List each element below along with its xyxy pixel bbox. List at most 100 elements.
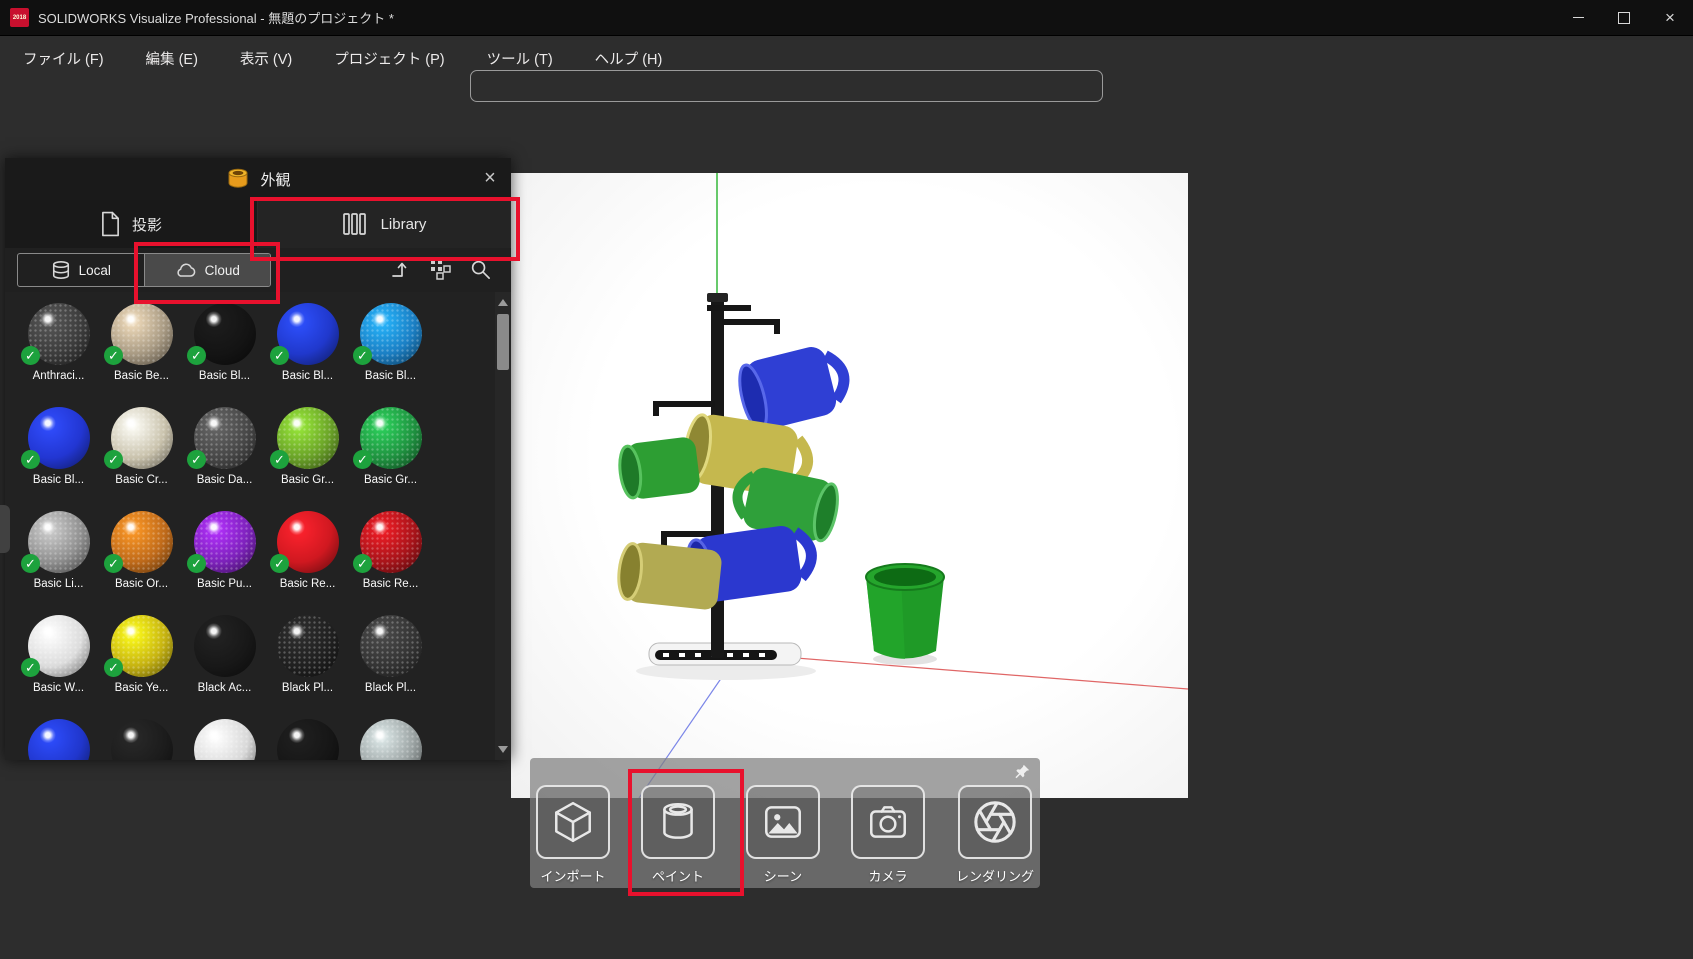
search-icon[interactable] [467, 256, 493, 282]
panel-close-button[interactable]: × [477, 165, 503, 191]
material-item[interactable] [349, 716, 432, 760]
viewport[interactable] [511, 173, 1188, 798]
toolbar-label-camera: カメラ [868, 866, 907, 885]
material-item[interactable]: ✓Basic Bl... [17, 404, 100, 508]
camera-tile[interactable] [851, 785, 925, 859]
panel-collapse-handle[interactable] [0, 505, 10, 553]
material-item[interactable]: ✓Basic Cr... [100, 404, 183, 508]
material-sphere[interactable] [111, 719, 173, 760]
menu-view[interactable]: 表示 (V) [219, 36, 313, 80]
material-item[interactable]: ✓Basic W... [17, 612, 100, 716]
tab-projection[interactable]: 投影 [5, 200, 258, 248]
paint-tile[interactable] [641, 785, 715, 859]
paint-bucket-orange-icon [225, 167, 251, 191]
maximize-button[interactable] [1601, 0, 1647, 35]
source-cloud-label: Cloud [205, 263, 240, 278]
material-item[interactable] [17, 716, 100, 760]
import-tile[interactable] [536, 785, 610, 859]
panel-title: 外観 [260, 169, 290, 190]
toolbar-label-import: インポート [540, 866, 605, 885]
source-local-button[interactable]: Local [18, 254, 144, 286]
window-title: SOLIDWORKS Visualize Professional - 無題のプ… [38, 8, 394, 27]
downloaded-check-icon: ✓ [21, 554, 40, 573]
material-sphere[interactable] [28, 719, 90, 760]
aperture-icon [972, 799, 1018, 845]
minimize-icon [1573, 17, 1584, 18]
thumbnail-size-icon[interactable] [427, 256, 453, 282]
material-item[interactable]: ✓Basic Bl... [183, 300, 266, 404]
downloaded-check-icon: ✓ [187, 450, 206, 469]
image-icon [760, 799, 806, 845]
downloaded-check-icon: ✓ [104, 658, 123, 677]
close-icon: × [1665, 9, 1675, 26]
material-item[interactable]: ✓ Basic Da... [183, 404, 266, 508]
material-label: Black Ac... [198, 682, 252, 694]
action-bar: インポート ペイント シーン カメラ レンダリング [530, 758, 1040, 888]
tab-library[interactable]: Library [258, 200, 511, 248]
material-item[interactable]: ✓Basic Re... [349, 508, 432, 612]
material-item[interactable]: ✓Basic Be... [100, 300, 183, 404]
material-item[interactable]: Black Ac... [183, 612, 266, 716]
source-cloud-button[interactable]: Cloud [144, 254, 271, 286]
scroll-down-arrow-icon[interactable] [498, 746, 508, 753]
action-bar-items: インポート ペイント シーン カメラ レンダリング [530, 758, 1040, 885]
menu-project[interactable]: プロジェクト (P) [313, 36, 465, 80]
material-item[interactable]: Black Pl... [349, 612, 432, 716]
material-item[interactable] [100, 716, 183, 760]
toolbar-item-import[interactable]: インポート [536, 785, 610, 885]
camera-icon [865, 799, 911, 845]
material-item[interactable] [266, 716, 349, 760]
material-sphere[interactable] [277, 719, 339, 760]
material-item[interactable] [183, 716, 266, 760]
render-tile[interactable] [958, 785, 1032, 859]
material-label: Black Pl... [365, 682, 416, 694]
material-item[interactable]: ✓Basic Pu... [183, 508, 266, 612]
downloaded-check-icon: ✓ [353, 450, 372, 469]
appearance-panel: 外観 × 投影 Library Local Cloud [5, 158, 511, 760]
material-sphere[interactable] [360, 719, 422, 760]
minimize-button[interactable] [1555, 0, 1601, 35]
menu-edit[interactable]: 編集 (E) [125, 36, 219, 80]
scene-tile[interactable] [746, 785, 820, 859]
material-item[interactable]: ✓Basic Bl... [266, 300, 349, 404]
appearance-panel-header: 外観 × [5, 158, 511, 200]
materials-scrollbar[interactable] [495, 292, 511, 760]
import-appearance-icon[interactable] [387, 256, 413, 282]
toolbar-item-render[interactable]: レンダリング [956, 785, 1034, 885]
material-sphere[interactable] [360, 615, 422, 677]
material-label: Basic Gr... [364, 474, 417, 486]
material-item[interactable]: ✓ Basic Ye... [100, 612, 183, 716]
material-item[interactable]: Black Pl... [266, 612, 349, 716]
material-sphere[interactable] [194, 615, 256, 677]
menu-file[interactable]: ファイル (F) [2, 36, 125, 80]
material-sphere[interactable] [277, 615, 339, 677]
toolbar-item-scene[interactable]: シーン [746, 785, 820, 885]
toolbar-item-paint[interactable]: ペイント [641, 785, 715, 885]
material-sphere[interactable] [194, 719, 256, 760]
material-item[interactable]: ✓ Anthraci... [17, 300, 100, 404]
material-label: Anthraci... [33, 370, 85, 382]
material-label: Basic Gr... [281, 474, 334, 486]
close-button[interactable]: × [1647, 0, 1693, 35]
materials-area: ✓Anthraci...✓Basic Be...✓Basic Bl...✓Bas… [5, 292, 495, 760]
material-item[interactable]: ✓Basic Li... [17, 508, 100, 612]
material-item[interactable]: ✓ Basic Gr... [349, 404, 432, 508]
material-item[interactable]: ✓Basic Gr... [266, 404, 349, 508]
material-label: Basic Bl... [282, 370, 333, 382]
toolbar-label-scene: シーン [764, 866, 802, 885]
window-controls: × [1555, 0, 1693, 35]
material-label: Basic Da... [197, 474, 253, 486]
material-item[interactable]: ✓Basic Bl... [349, 300, 432, 404]
source-toggle: Local Cloud [17, 253, 271, 287]
material-item[interactable]: ✓Basic Or... [100, 508, 183, 612]
material-label: Basic Ye... [115, 682, 169, 694]
scroll-up-arrow-icon[interactable] [498, 299, 508, 306]
scrollbar-thumb[interactable] [497, 314, 509, 370]
toolbar-item-camera[interactable]: カメラ [851, 785, 925, 885]
maximize-icon [1618, 12, 1630, 24]
downloaded-check-icon: ✓ [21, 346, 40, 365]
downloaded-check-icon: ✓ [21, 658, 40, 677]
library-filter-row: Local Cloud [5, 248, 511, 292]
material-item[interactable]: ✓Basic Re... [266, 508, 349, 612]
pin-icon[interactable] [1012, 762, 1032, 782]
